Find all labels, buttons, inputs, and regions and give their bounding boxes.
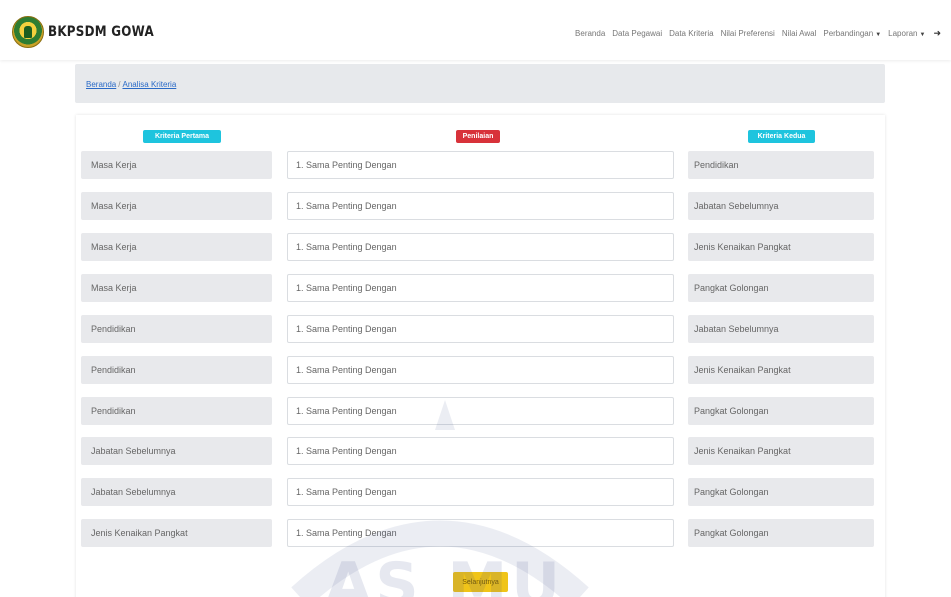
brand-name: BKPSDM GOWA — [48, 24, 154, 40]
first-criterion: Masa Kerja — [81, 233, 272, 261]
caret-down-icon: ▼ — [919, 32, 926, 38]
nav-item-nilai-awal[interactable]: Nilai Awal — [782, 29, 817, 38]
second-criterion: Pendidikan — [688, 151, 874, 179]
comparison-row: Masa Kerja 1. Sama Penting Dengan Jenis … — [76, 233, 885, 261]
comparison-row: Masa Kerja 1. Sama Penting Dengan Pangka… — [76, 274, 885, 302]
rating-select[interactable]: 1. Sama Penting Dengan — [287, 151, 674, 179]
header-kriteria-pertama-badge: Kriteria Pertama — [143, 130, 221, 143]
rating-select[interactable]: 1. Sama Penting Dengan — [287, 274, 674, 302]
first-criterion: Masa Kerja — [81, 192, 272, 220]
nav-item-data-kriteria[interactable]: Data Kriteria — [669, 29, 713, 38]
first-criterion: Pendidikan — [81, 315, 272, 343]
nav-item-laporan-label: Laporan — [888, 29, 918, 38]
comparison-row: Pendidikan 1. Sama Penting Dengan Pangka… — [76, 397, 885, 425]
second-criterion: Pangkat Golongan — [688, 274, 874, 302]
criteria-comparison-card: Kriteria Pertama Penilaian Kriteria Kedu… — [76, 115, 885, 597]
comparison-row: Pendidikan 1. Sama Penting Dengan Jenis … — [76, 356, 885, 384]
second-criterion: Jenis Kenaikan Pangkat — [688, 356, 874, 384]
caret-down-icon: ▼ — [875, 32, 882, 38]
second-criterion: Jabatan Sebelumnya — [688, 315, 874, 343]
nav-item-beranda[interactable]: Beranda — [575, 29, 605, 38]
rating-select[interactable]: 1. Sama Penting Dengan — [287, 519, 674, 547]
breadcrumb-separator: / — [118, 80, 121, 89]
comparison-row: Pendidikan 1. Sama Penting Dengan Jabata… — [76, 315, 885, 343]
top-navbar: BKPSDM GOWA Beranda Data Pegawai Data Kr… — [0, 0, 951, 60]
header-penilaian-badge: Penilaian — [456, 130, 500, 143]
comparison-row: Masa Kerja 1. Sama Penting Dengan Pendid… — [76, 151, 885, 179]
main-nav: Beranda Data Pegawai Data Kriteria Nilai… — [568, 28, 941, 39]
second-criterion: Jabatan Sebelumnya — [688, 192, 874, 220]
nav-item-laporan[interactable]: Laporan ▼ — [888, 29, 925, 38]
first-criterion: Pendidikan — [81, 356, 272, 384]
breadcrumb-home-link[interactable]: Beranda — [86, 80, 116, 89]
rating-select[interactable]: 1. Sama Penting Dengan — [287, 397, 674, 425]
breadcrumb-current-link[interactable]: Analisa Kriteria — [122, 80, 176, 89]
nav-item-perbandingan[interactable]: Perbandingan ▼ — [823, 29, 881, 38]
rating-select[interactable]: 1. Sama Penting Dengan — [287, 192, 674, 220]
second-criterion: Pangkat Golongan — [688, 519, 874, 547]
next-button[interactable]: Selanjutnya — [453, 572, 508, 592]
comparison-row: Jenis Kenaikan Pangkat 1. Sama Penting D… — [76, 519, 885, 547]
second-criterion: Jenis Kenaikan Pangkat — [688, 233, 874, 261]
brand[interactable]: BKPSDM GOWA — [12, 16, 173, 48]
breadcrumb-bar: Beranda / Analisa Kriteria — [75, 64, 885, 103]
rating-select[interactable]: 1. Sama Penting Dengan — [287, 437, 674, 465]
first-criterion: Masa Kerja — [81, 274, 272, 302]
rating-select[interactable]: 1. Sama Penting Dengan — [287, 315, 674, 343]
first-criterion: Jabatan Sebelumnya — [81, 478, 272, 506]
nav-item-data-pegawai[interactable]: Data Pegawai — [612, 29, 662, 38]
first-criterion: Masa Kerja — [81, 151, 272, 179]
comparison-row: Masa Kerja 1. Sama Penting Dengan Jabata… — [76, 192, 885, 220]
first-criterion: Jenis Kenaikan Pangkat — [81, 519, 272, 547]
logout-icon[interactable]: ➜ — [933, 28, 941, 39]
second-criterion: Jenis Kenaikan Pangkat — [688, 437, 874, 465]
breadcrumb: Beranda / Analisa Kriteria — [86, 80, 176, 89]
header-kriteria-kedua-badge: Kriteria Kedua — [748, 130, 815, 143]
comparison-row: Jabatan Sebelumnya 1. Sama Penting Denga… — [76, 437, 885, 465]
first-criterion: Jabatan Sebelumnya — [81, 437, 272, 465]
first-criterion: Pendidikan — [81, 397, 272, 425]
nav-item-perbandingan-label: Perbandingan — [823, 29, 874, 38]
rating-select[interactable]: 1. Sama Penting Dengan — [287, 478, 674, 506]
bkpsdm-logo — [12, 16, 44, 48]
rating-select[interactable]: 1. Sama Penting Dengan — [287, 356, 674, 384]
second-criterion: Pangkat Golongan — [688, 478, 874, 506]
nav-item-nilai-preferensi[interactable]: Nilai Preferensi — [721, 29, 775, 38]
comparison-row: Jabatan Sebelumnya 1. Sama Penting Denga… — [76, 478, 885, 506]
second-criterion: Pangkat Golongan — [688, 397, 874, 425]
rating-select[interactable]: 1. Sama Penting Dengan — [287, 233, 674, 261]
